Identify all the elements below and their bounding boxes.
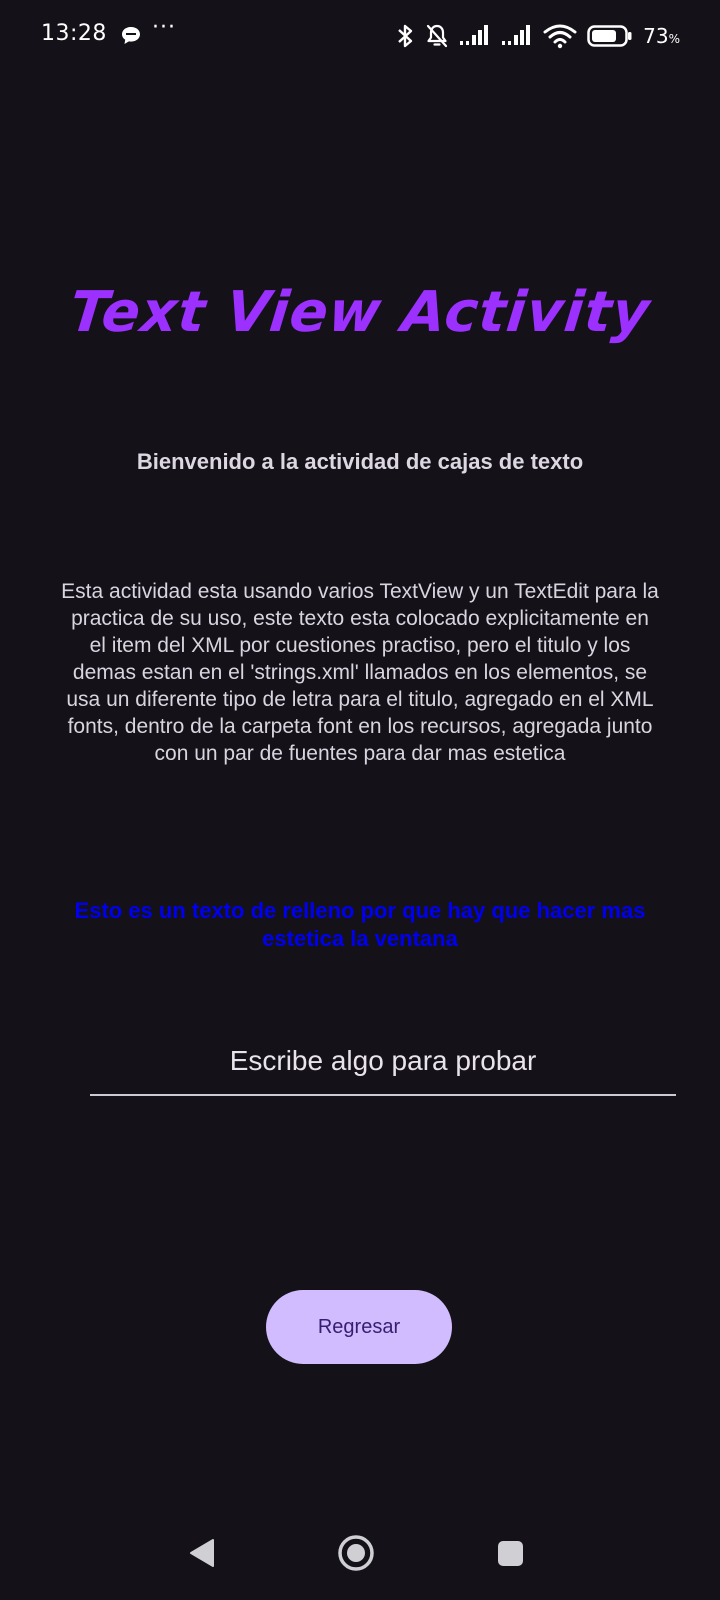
text-view-activity-screen: 13:28 ··· 73% Text View Activity Bienven…: [0, 0, 720, 1600]
bell-off-icon: [427, 24, 448, 48]
recents-square-icon[interactable]: [497, 1540, 524, 1567]
home-circle-icon[interactable]: [337, 1534, 375, 1572]
system-nav-bar: [0, 1520, 720, 1600]
overflow-dots-icon: ···: [152, 15, 176, 40]
back-button[interactable]: Regresar: [266, 1290, 452, 1364]
status-icons: 73%: [395, 20, 680, 52]
filler-text: Esto es un texto de relleno por que hay …: [74, 898, 646, 951]
wifi-icon: [543, 24, 577, 49]
description-text: Esta actividad esta usando varios TextVi…: [61, 580, 659, 765]
bluetooth-icon: [398, 24, 413, 48]
welcome-text: Bienvenido a la actividad de cajas de te…: [136, 449, 584, 474]
status-time: 13:28: [41, 21, 107, 46]
back-triangle-icon[interactable]: [188, 1538, 216, 1568]
text-input[interactable]: [90, 1028, 676, 1094]
battery-percent: 73%: [643, 24, 680, 48]
signal-icon: [502, 25, 531, 45]
battery-icon: [587, 25, 632, 47]
page-title: Text View Activity: [66, 280, 654, 345]
signal-icon: [460, 25, 489, 45]
status-bar: 13:28 ··· 73%: [0, 0, 720, 72]
text-input-container: [90, 1028, 676, 1096]
chat-bubble-icon: [122, 27, 140, 44]
